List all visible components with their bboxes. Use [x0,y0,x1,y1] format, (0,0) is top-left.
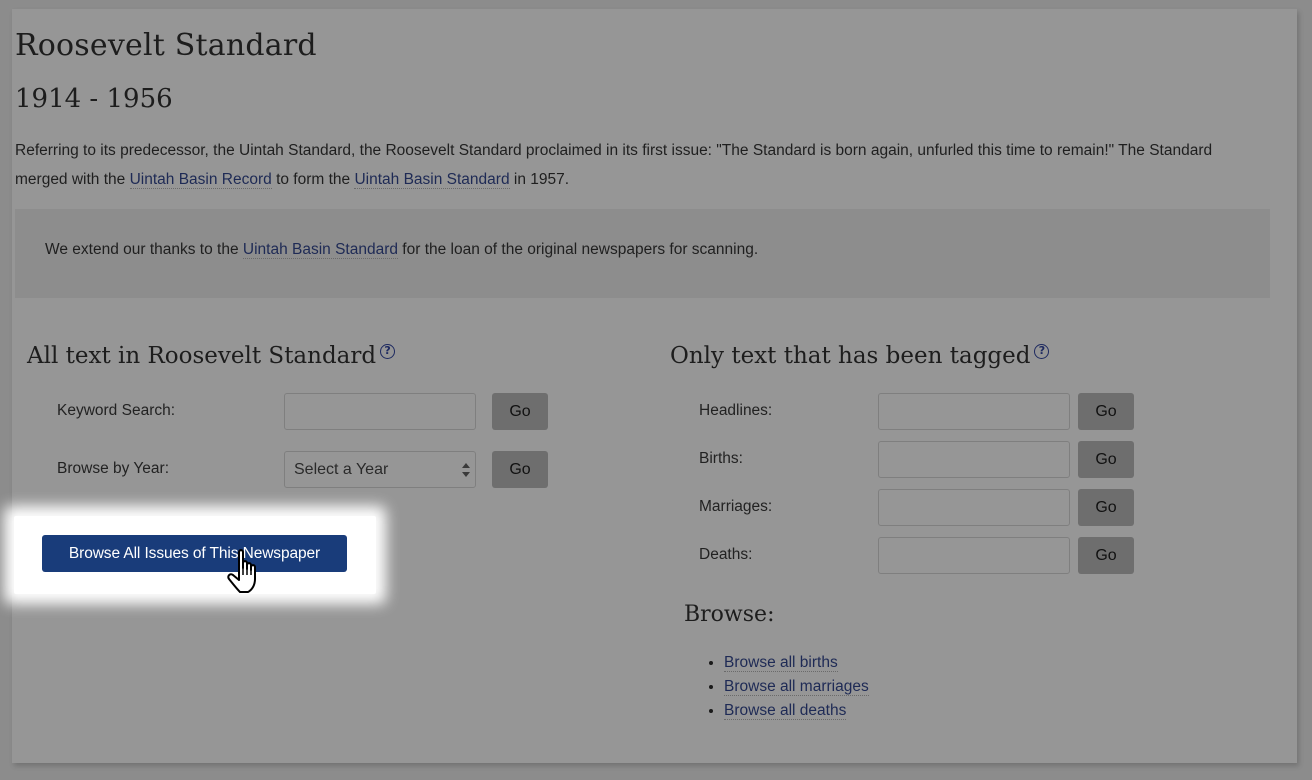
keyword-search-go-button[interactable]: Go [492,393,548,430]
uintah-basin-record-link[interactable]: Uintah Basin Record [129,171,272,189]
browse-by-year-go-button[interactable]: Go [492,451,548,488]
description-text: in 1957. [509,171,570,188]
help-icon[interactable]: ? [1034,344,1050,360]
description-text: to form the [271,171,355,188]
deaths-label: Deaths: [699,546,753,563]
headlines-go-button[interactable]: Go [1078,393,1134,430]
marriages-go-button[interactable]: Go [1078,489,1134,526]
births-input[interactable] [878,441,1070,478]
browse-heading: Browse: [684,602,775,627]
all-text-heading: All text in Roosevelt Standard? [27,343,396,369]
tagged-text-heading: Only text that has been tagged? [670,343,1050,369]
thanks-uintah-basin-standard-link[interactable]: Uintah Basin Standard [242,241,398,259]
browse-all-marriages-link[interactable]: Browse all marriages [724,678,869,696]
headlines-input[interactable] [878,393,1070,430]
page-title: Roosevelt Standard [15,28,317,63]
browse-links-list: Browse all births Browse all marriages B… [704,651,869,723]
thanks-notice: We extend our thanks to the Uintah Basin… [15,209,1270,298]
keyword-search-input[interactable] [284,393,476,430]
marriages-input[interactable] [878,489,1070,526]
hand-pointer-cursor-icon [227,549,256,593]
deaths-go-button[interactable]: Go [1078,537,1134,574]
list-item: Browse all marriages [724,675,869,699]
thanks-text: We extend our thanks to the Uintah Basin… [45,241,759,259]
browse-all-issues-button[interactable]: Browse All Issues of This Newspaper [42,535,347,572]
headlines-label: Headlines: [699,402,773,419]
newspaper-description: Referring to its predecessor, the Uintah… [15,136,1265,194]
keyword-search-label: Keyword Search: [57,402,176,419]
marriages-label: Marriages: [699,498,773,515]
year-select[interactable]: Select a Year [284,451,476,488]
uintah-basin-standard-link[interactable]: Uintah Basin Standard [354,171,510,189]
list-item: Browse all births [724,651,869,675]
list-item: Browse all deaths [724,699,869,723]
browse-all-births-link[interactable]: Browse all births [724,654,838,672]
births-go-button[interactable]: Go [1078,441,1134,478]
browse-by-year-label: Browse by Year: [57,460,170,477]
deaths-input[interactable] [878,537,1070,574]
births-label: Births: [699,450,743,467]
help-icon[interactable]: ? [380,344,396,360]
browse-all-deaths-link[interactable]: Browse all deaths [724,702,847,720]
page-card [12,9,1297,763]
publication-years: 1914 - 1956 [15,84,173,114]
year-select-value: Select a Year [294,461,389,478]
select-arrows-icon [462,463,470,477]
